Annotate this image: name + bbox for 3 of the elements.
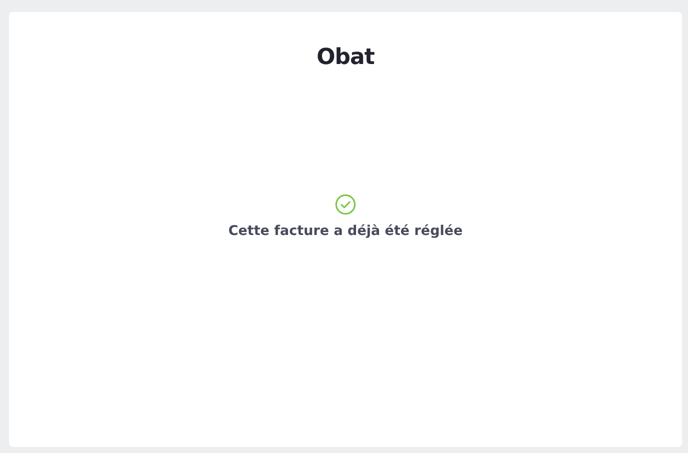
- check-circle-icon: [335, 194, 356, 215]
- status-message: Cette facture a déjà été réglée: [228, 223, 463, 239]
- logo: Obat: [316, 45, 374, 70]
